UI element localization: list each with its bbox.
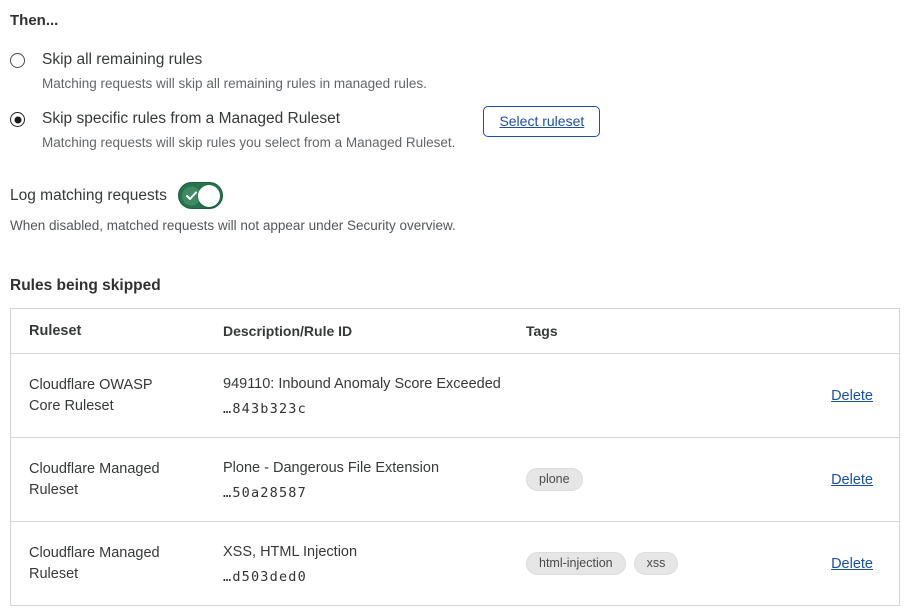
description-cell: XSS, HTML Injection …d503ded0 xyxy=(223,543,526,585)
action-cell: Delete xyxy=(831,387,899,405)
ruleset-cell: Cloudflare Managed Ruleset xyxy=(11,459,223,501)
option-label[interactable]: Skip specific rules from a Managed Rules… xyxy=(42,109,455,129)
tags-cell: html-injection xss xyxy=(526,552,776,575)
table-row: Cloudflare Managed Ruleset XSS, HTML Inj… xyxy=(11,521,899,605)
delete-link[interactable]: Delete xyxy=(831,388,873,404)
option-description: Matching requests will skip all remainin… xyxy=(42,75,427,92)
radio-button[interactable] xyxy=(10,112,25,127)
log-matching-label: Log matching requests xyxy=(10,187,167,205)
table-row: Cloudflare OWASP Core Ruleset 949110: In… xyxy=(11,353,899,437)
ruleset-cell: Cloudflare Managed Ruleset xyxy=(11,543,223,585)
tag-pill: plone xyxy=(526,468,583,491)
skip-rule-config-panel: Then... Skip all remaining rules Matchin… xyxy=(0,0,911,606)
rule-description: Plone - Dangerous File Extension xyxy=(223,459,516,477)
ruleset-cell: Cloudflare OWASP Core Ruleset xyxy=(11,375,223,417)
action-options: Skip all remaining rules Matching reques… xyxy=(10,50,901,151)
table-body: Cloudflare OWASP Core Ruleset 949110: In… xyxy=(11,353,899,605)
option-text: Skip specific rules from a Managed Rules… xyxy=(42,109,455,151)
delete-link[interactable]: Delete xyxy=(831,556,873,572)
action-cell: Delete xyxy=(831,471,899,489)
column-header-tags: Tags xyxy=(526,323,776,339)
tag-pill: html-injection xyxy=(526,552,626,575)
select-ruleset-button-label: Select ruleset xyxy=(499,113,584,129)
rule-description: 949110: Inbound Anomaly Score Exceeded xyxy=(223,375,516,393)
rule-id: …843b323c xyxy=(223,401,516,417)
option-description: Matching requests will skip rules you se… xyxy=(42,134,455,151)
delete-link[interactable]: Delete xyxy=(831,472,873,488)
option-label[interactable]: Skip all remaining rules xyxy=(42,50,427,70)
rule-description: XSS, HTML Injection xyxy=(223,543,516,561)
log-toggle[interactable] xyxy=(178,182,223,209)
skipped-rules-table: Ruleset Description/Rule ID Tags Cloudfl… xyxy=(10,308,900,606)
radio-option[interactable]: Skip specific rules from a Managed Rules… xyxy=(10,109,901,151)
table-header-row: Ruleset Description/Rule ID Tags xyxy=(11,309,899,353)
option-text: Skip all remaining rules Matching reques… xyxy=(42,50,427,92)
rule-id: …d503ded0 xyxy=(223,569,516,585)
column-header-description: Description/Rule ID xyxy=(223,323,526,339)
column-header-ruleset: Ruleset xyxy=(11,321,223,342)
radio-option[interactable]: Skip all remaining rules Matching reques… xyxy=(10,50,901,92)
log-matching-row: Log matching requests xyxy=(10,182,901,209)
toggle-knob[interactable] xyxy=(198,185,220,207)
tag-pill: xss xyxy=(634,552,679,575)
option-row: Skip specific rules from a Managed Rules… xyxy=(25,109,600,151)
description-cell: Plone - Dangerous File Extension …50a285… xyxy=(223,459,526,501)
then-heading: Then... xyxy=(10,12,901,29)
select-ruleset-button[interactable]: Select ruleset xyxy=(483,106,600,137)
tags-cell: plone xyxy=(526,468,776,491)
radio-button[interactable] xyxy=(10,53,25,68)
rules-being-skipped-heading: Rules being skipped xyxy=(10,277,901,295)
log-toggle-description: When disabled, matched requests will not… xyxy=(10,218,901,233)
rule-id: …50a28587 xyxy=(223,485,516,501)
description-cell: 949110: Inbound Anomaly Score Exceeded …… xyxy=(223,375,526,417)
table-row: Cloudflare Managed Ruleset Plone - Dange… xyxy=(11,437,899,521)
action-cell: Delete xyxy=(831,555,899,573)
